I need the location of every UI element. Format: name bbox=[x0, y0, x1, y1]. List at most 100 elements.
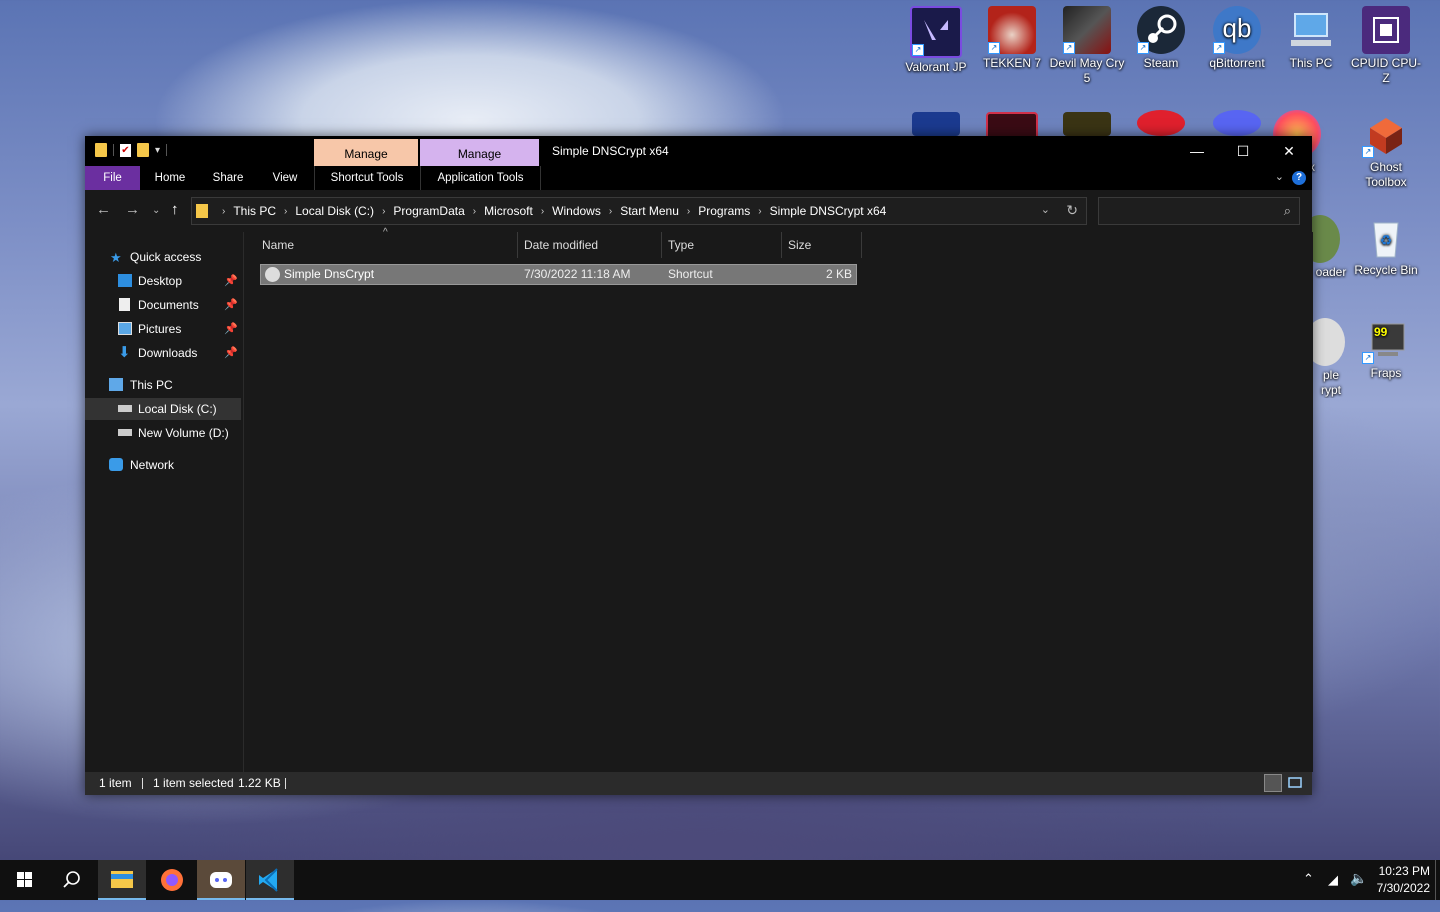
address-bar[interactable]: › This PC › Local Disk (C:) › ProgramDat… bbox=[191, 197, 1087, 225]
taskbar-vscode[interactable] bbox=[246, 860, 294, 900]
details-view-button[interactable] bbox=[1264, 774, 1282, 792]
breadcrumb-item[interactable]: Simple DNSCrypt x64 bbox=[770, 204, 887, 218]
breadcrumb-item[interactable]: This PC bbox=[233, 204, 276, 218]
taskbar-firefox[interactable] bbox=[148, 860, 196, 900]
column-header-size[interactable]: Size bbox=[782, 232, 862, 258]
file-explorer-window: ✔ ▾ Manage Manage Simple DNSCrypt x64 — … bbox=[85, 136, 1313, 795]
chevron-right-icon[interactable]: › bbox=[473, 206, 476, 217]
nav-desktop[interactable]: Desktop 📌 bbox=[85, 270, 241, 292]
close-button[interactable]: ✕ bbox=[1266, 136, 1312, 166]
back-button[interactable]: ← bbox=[96, 201, 111, 218]
manage-shortcut-context[interactable]: Manage bbox=[314, 139, 418, 166]
game-icon bbox=[1063, 112, 1111, 136]
customize-toolbar-icon[interactable]: ▾ bbox=[155, 145, 160, 156]
desktop-icon-game[interactable] bbox=[1049, 112, 1125, 138]
pin-icon[interactable]: 📌 bbox=[224, 270, 238, 292]
desktop-icon-this-pc[interactable]: This PC bbox=[1273, 6, 1349, 71]
item-count: 1 item bbox=[99, 776, 132, 790]
svg-text:♻: ♻ bbox=[1380, 232, 1393, 248]
desktop-icon-fraps[interactable]: 99 ↗ Fraps bbox=[1348, 316, 1424, 381]
nav-local-disk-c[interactable]: Local Disk (C:) bbox=[85, 398, 241, 420]
nav-network[interactable]: Network bbox=[85, 454, 241, 476]
desktop-icon-steam[interactable]: ↗ Steam bbox=[1123, 6, 1199, 71]
clock-date: 7/30/2022 bbox=[1376, 881, 1430, 895]
taskbar-discord[interactable] bbox=[197, 860, 245, 900]
chevron-right-icon[interactable]: › bbox=[609, 206, 612, 217]
chevron-right-icon[interactable]: › bbox=[222, 206, 225, 217]
nav-documents[interactable]: Documents 📌 bbox=[85, 294, 241, 316]
minimize-button[interactable]: — bbox=[1174, 136, 1220, 166]
pin-icon[interactable]: 📌 bbox=[224, 294, 238, 316]
search-input[interactable]: ⌕ bbox=[1098, 197, 1300, 225]
refresh-icon[interactable]: ↻ bbox=[1066, 202, 1078, 219]
taskbar-file-explorer[interactable] bbox=[98, 860, 146, 900]
properties-icon[interactable]: ✔ bbox=[120, 143, 131, 157]
tab-shortcut-tools[interactable]: Shortcut Tools bbox=[314, 166, 419, 190]
address-dropdown-icon[interactable]: ⌄ bbox=[1041, 203, 1050, 216]
chevron-right-icon[interactable]: › bbox=[284, 206, 287, 217]
network-icon[interactable]: ◢ bbox=[1328, 872, 1338, 912]
tab-share[interactable]: Share bbox=[203, 166, 253, 190]
steam-icon: ↗ bbox=[1137, 6, 1185, 54]
tab-application-tools[interactable]: Application Tools bbox=[420, 166, 541, 190]
breadcrumb-item[interactable]: Windows bbox=[552, 204, 601, 218]
car-mechanic-icon bbox=[912, 112, 960, 136]
nav-new-volume-d[interactable]: New Volume (D:) bbox=[85, 422, 241, 444]
desktop-icon-car-mechanic[interactable] bbox=[898, 112, 974, 138]
chevron-right-icon[interactable]: › bbox=[541, 206, 544, 217]
new-folder-icon[interactable] bbox=[137, 143, 149, 157]
chevron-right-icon[interactable]: › bbox=[382, 206, 385, 217]
desktop-icon-cpuz[interactable]: CPUID CPU-Z bbox=[1348, 6, 1424, 86]
nav-quick-access[interactable]: ★ Quick access bbox=[85, 246, 241, 268]
nav-downloads[interactable]: ⬇ Downloads 📌 bbox=[85, 342, 241, 364]
system-clock[interactable]: 10:23 PM 7/30/2022 bbox=[1377, 863, 1430, 897]
desktop-icon-ghost-toolbox[interactable]: ↗ Ghost Toolbox bbox=[1348, 110, 1424, 190]
chevron-right-icon[interactable]: › bbox=[758, 206, 761, 217]
desktop-icon-label: This PC bbox=[1289, 56, 1333, 70]
pin-icon[interactable]: 📌 bbox=[224, 342, 238, 364]
volume-icon[interactable]: 🔈 bbox=[1350, 870, 1367, 910]
nav-pictures[interactable]: Pictures 📌 bbox=[85, 318, 241, 340]
tab-home[interactable]: Home bbox=[145, 166, 195, 190]
chevron-right-icon[interactable]: › bbox=[687, 206, 690, 217]
show-desktop-button[interactable] bbox=[1435, 860, 1440, 900]
tab-view[interactable]: View bbox=[260, 166, 310, 190]
breadcrumb: › This PC › Local Disk (C:) › ProgramDat… bbox=[196, 198, 886, 224]
desktop-icon-red-app[interactable] bbox=[1123, 110, 1199, 138]
desktop-icon-valorant[interactable]: ↗ Valorant JP bbox=[898, 6, 974, 75]
network-icon bbox=[109, 458, 123, 471]
manage-application-context[interactable]: Manage bbox=[420, 139, 539, 166]
navigation-pane: ★ Quick access Desktop 📌 Documents 📌 Pic… bbox=[85, 232, 241, 772]
large-icons-view-button[interactable] bbox=[1286, 774, 1304, 792]
show-hidden-icons[interactable]: ⌃ bbox=[1303, 871, 1314, 911]
title-bar[interactable]: ✔ ▾ Manage Manage Simple DNSCrypt x64 — … bbox=[85, 136, 1312, 166]
column-header-type[interactable]: Type bbox=[662, 232, 782, 258]
search-button[interactable] bbox=[48, 860, 96, 900]
breadcrumb-item[interactable]: Local Disk (C:) bbox=[295, 204, 374, 218]
desktop-icon-qbittorrent[interactable]: qb ↗ qBittorrent bbox=[1199, 6, 1275, 71]
up-button[interactable]: ↑ bbox=[171, 201, 179, 218]
drive-icon bbox=[118, 429, 132, 436]
desktop-icon-dmc5[interactable]: ↗ Devil May Cry 5 bbox=[1049, 6, 1125, 86]
breadcrumb-item[interactable]: Programs bbox=[698, 204, 750, 218]
breadcrumb-item[interactable]: Microsoft bbox=[484, 204, 533, 218]
desktop-icon-recycle-bin[interactable]: ♻ Recycle Bin bbox=[1348, 213, 1424, 278]
breadcrumb-item[interactable]: ProgramData bbox=[393, 204, 464, 218]
forward-button[interactable]: → bbox=[125, 201, 140, 218]
help-icon[interactable]: ? bbox=[1292, 171, 1306, 185]
column-header-date-modified[interactable]: Date modified bbox=[518, 232, 662, 258]
table-row[interactable]: Simple DnsCrypt 7/30/2022 11:18 AM Short… bbox=[260, 264, 857, 285]
tab-file[interactable]: File bbox=[85, 166, 140, 190]
recent-locations-icon[interactable]: ⌄ bbox=[152, 205, 160, 216]
column-header-name[interactable]: Name bbox=[256, 232, 518, 258]
start-button[interactable] bbox=[0, 860, 48, 900]
nav-this-pc[interactable]: This PC bbox=[85, 374, 241, 396]
desktop-icon-tekken[interactable]: ↗ TEKKEN 7 bbox=[974, 6, 1050, 71]
status-bar: 1 item 1 item selected 1.22 KB bbox=[85, 772, 1312, 795]
expand-ribbon-icon[interactable]: ⌄ bbox=[1275, 170, 1284, 183]
breadcrumb-item[interactable]: Start Menu bbox=[620, 204, 679, 218]
desktop-icon-discord[interactable] bbox=[1199, 110, 1275, 138]
maximize-button[interactable]: ☐ bbox=[1220, 136, 1266, 166]
star-icon: ★ bbox=[110, 250, 122, 265]
pin-icon[interactable]: 📌 bbox=[224, 318, 238, 340]
